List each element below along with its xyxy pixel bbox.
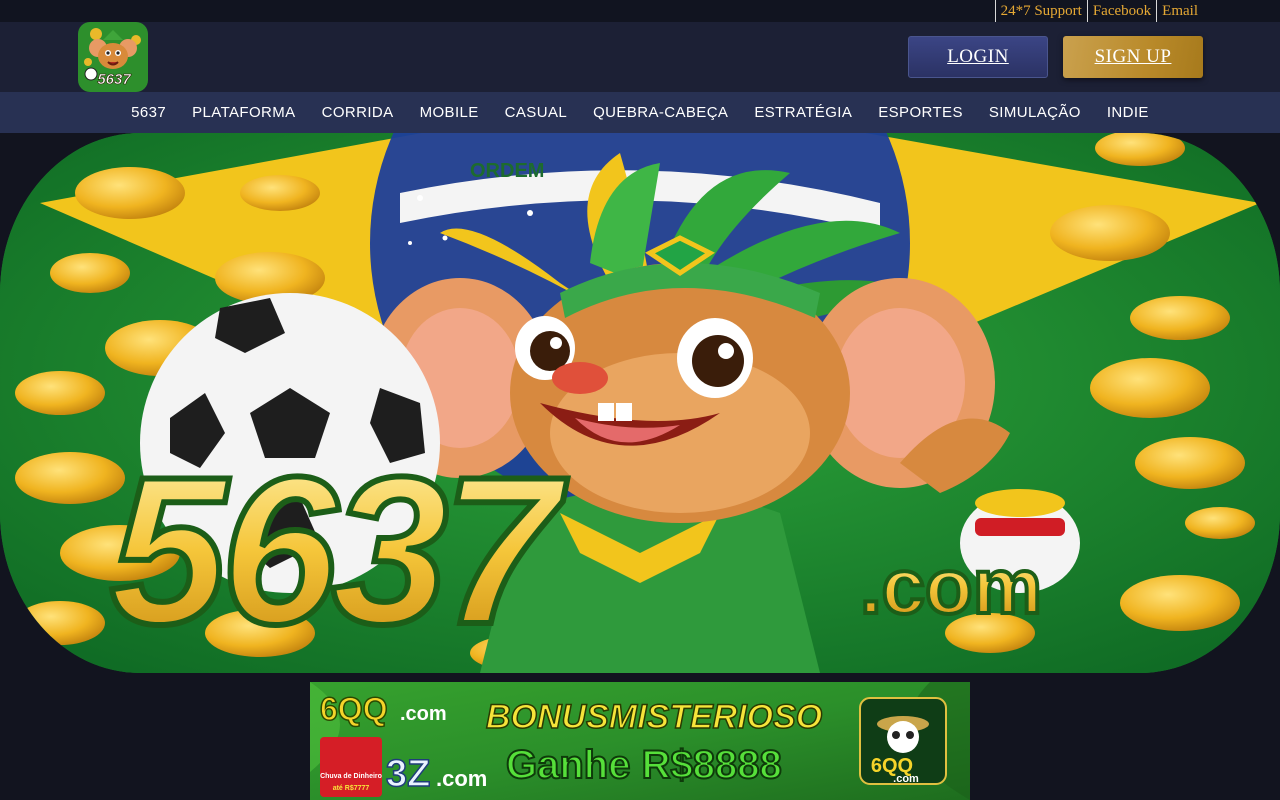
main-nav: 5637 PLATAFORMA CORRIDA MOBILE CASUAL QU… bbox=[0, 92, 1280, 133]
nav-item-corrida[interactable]: CORRIDA bbox=[309, 104, 407, 121]
svg-text:.com: .com bbox=[400, 703, 447, 725]
site-header: 5637 LOGIN SIGN UP bbox=[0, 22, 1280, 92]
nav-item-5637[interactable]: 5637 bbox=[118, 104, 179, 121]
hero-banner[interactable]: ORDEM 5637 .com bbox=[0, 133, 1280, 673]
email-link[interactable]: Email bbox=[1156, 0, 1203, 22]
svg-text:BONUSMISTERIOSO: BONUSMISTERIOSO bbox=[486, 698, 822, 736]
svg-text:.com: .com bbox=[893, 773, 919, 785]
nav-item-plataforma[interactable]: PLATAFORMA bbox=[179, 104, 308, 121]
svg-text:3Z: 3Z bbox=[386, 753, 430, 795]
svg-text:5637: 5637 bbox=[97, 71, 131, 88]
promo-ad-artwork: 6QQ .com BONUSMISTERIOSO Ganhe R$8888 Ch… bbox=[310, 682, 970, 800]
svg-text:até R$7777: até R$7777 bbox=[333, 785, 370, 792]
mouse-mascot-logo-icon: 5637 bbox=[78, 22, 148, 92]
nav-item-quebra-cabeca[interactable]: QUEBRA-CABEÇA bbox=[580, 104, 741, 121]
nav-item-estrategia[interactable]: ESTRATÉGIA bbox=[741, 104, 865, 121]
nav-item-esportes[interactable]: ESPORTES bbox=[865, 104, 976, 121]
nav-item-mobile[interactable]: MOBILE bbox=[407, 104, 492, 121]
login-button[interactable]: LOGIN bbox=[908, 36, 1048, 78]
svg-text:Ganhe R$8888: Ganhe R$8888 bbox=[506, 743, 782, 787]
signup-button[interactable]: SIGN UP bbox=[1063, 36, 1203, 78]
nav-item-indie[interactable]: INDIE bbox=[1094, 104, 1162, 121]
svg-text:Chuva de Dinheiro: Chuva de Dinheiro bbox=[320, 773, 382, 780]
svg-text:5637: 5637 bbox=[110, 433, 567, 668]
hero-artwork: ORDEM 5637 .com bbox=[0, 133, 1280, 673]
nav-item-casual[interactable]: CASUAL bbox=[492, 104, 580, 121]
promo-ad-banner[interactable]: 6QQ .com BONUSMISTERIOSO Ganhe R$8888 Ch… bbox=[310, 682, 970, 800]
svg-text:.com: .com bbox=[860, 542, 1042, 630]
top-links: 24*7 Support Facebook Email bbox=[994, 0, 1203, 22]
svg-text:.com: .com bbox=[436, 766, 487, 791]
top-utility-bar: 24*7 Support Facebook Email bbox=[0, 0, 1280, 22]
site-logo[interactable]: 5637 bbox=[78, 22, 148, 92]
facebook-link[interactable]: Facebook bbox=[1086, 0, 1156, 22]
svg-text:6QQ: 6QQ bbox=[320, 691, 388, 727]
svg-text:ORDEM: ORDEM bbox=[470, 160, 544, 182]
nav-item-simulacao[interactable]: SIMULAÇÃO bbox=[976, 104, 1094, 121]
support-link[interactable]: 24*7 Support bbox=[994, 0, 1087, 22]
panda-mascot-icon: 6QQ .com bbox=[859, 697, 947, 785]
